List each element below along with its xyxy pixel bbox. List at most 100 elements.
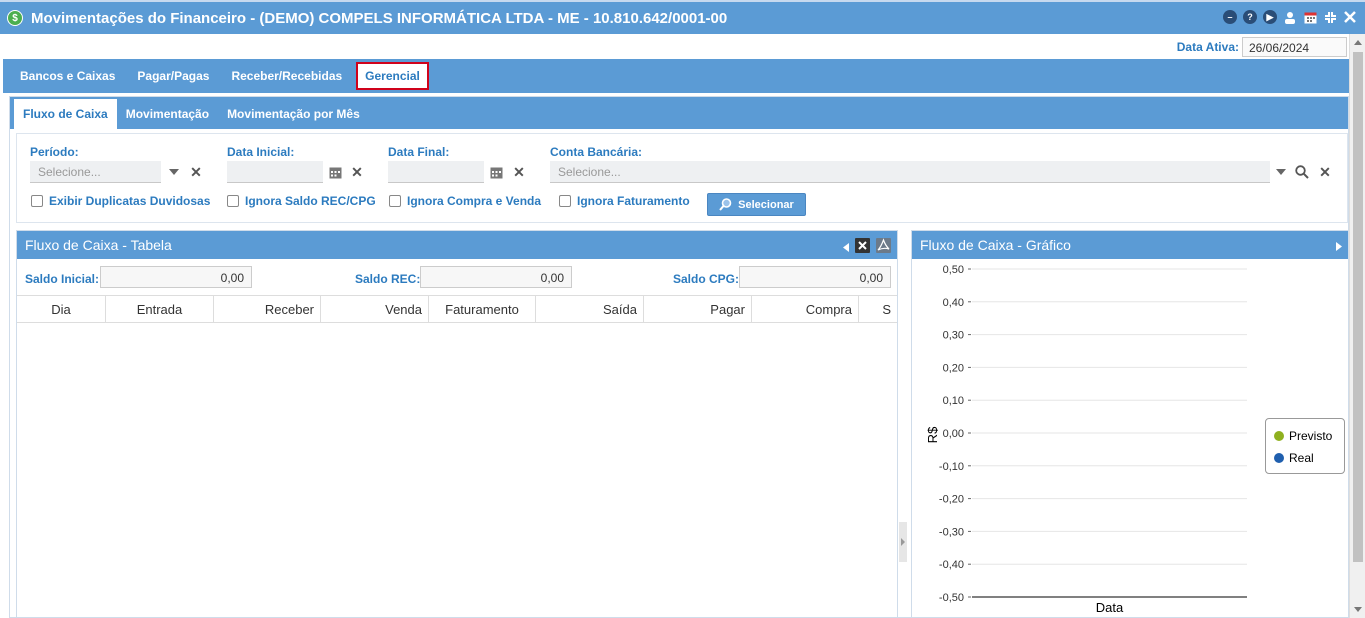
legend-item-previsto[interactable]: Previsto [1274, 425, 1336, 447]
search-icon[interactable] [1294, 164, 1310, 180]
y-tick-label: -0,10 [939, 461, 964, 473]
column-header[interactable]: Dia [17, 296, 106, 322]
clear-periodo-icon[interactable]: ✕ [188, 164, 204, 180]
scroll-down-arrow-icon[interactable] [1354, 607, 1362, 612]
checkbox-box[interactable] [227, 195, 239, 207]
checkbox-box[interactable] [559, 195, 571, 207]
conta-bancaria-select[interactable]: Selecione... [550, 161, 1270, 183]
scrollbar-thumb[interactable] [1353, 52, 1363, 562]
tab-pagar-pagas[interactable]: Pagar/Pagas [126, 63, 220, 89]
y-tick-label: 0,40 [943, 297, 964, 309]
saldo-cpg-input[interactable]: 0,00 [739, 266, 891, 288]
saldo-inicial-input[interactable]: 0,00 [100, 266, 252, 288]
window-titlebar: $ Movimentações do Financeiro - (DEMO) C… [0, 0, 1365, 34]
y-tick-label: -0,20 [939, 494, 964, 506]
checkbox-label: Exibir Duplicatas Duvidosas [49, 194, 211, 208]
table-panel-actions [843, 238, 891, 256]
filter-form: Período: Selecione... ✕ Data Inicial: ✕ … [16, 133, 1348, 223]
table-panel-title: Fluxo de Caixa - Tabela [25, 237, 172, 253]
y-tick-label: 0,50 [943, 264, 964, 276]
main-tabbar: Bancos e Caixas Pagar/Pagas Receber/Rece… [3, 59, 1349, 93]
gerencial-panel: Fluxo de Caixa Movimentação Movimentação… [9, 96, 1349, 618]
column-header[interactable]: Venda [321, 296, 429, 322]
selecionar-label: Selecionar [738, 198, 794, 211]
scroll-up-arrow-icon[interactable] [1354, 40, 1362, 45]
y-tick-label: 0,30 [943, 330, 964, 342]
tab-gerencial[interactable]: Gerencial [356, 62, 429, 90]
y-axis-label: R$ [925, 426, 940, 443]
saldo-rec-input[interactable]: 0,00 [420, 266, 572, 288]
clear-data-inicial-icon[interactable]: ✕ [349, 164, 365, 180]
checkbox-box[interactable] [389, 195, 401, 207]
pdf-export-icon[interactable] [876, 238, 891, 256]
clear-data-final-icon[interactable]: ✕ [511, 164, 527, 180]
column-header[interactable]: S [859, 296, 897, 322]
table-header: Dia Entrada Receber Venda Faturamento Sa… [17, 295, 897, 323]
data-final-input[interactable] [388, 161, 484, 183]
close-icon[interactable] [1343, 10, 1357, 24]
chart-legend: Previsto Real [1265, 418, 1345, 474]
x-axis-label: Data [1096, 600, 1124, 615]
conta-bancaria-label: Conta Bancária: [550, 145, 643, 159]
checkbox-label: Ignora Saldo REC/CPG [245, 194, 376, 208]
collapse-right-icon[interactable] [1336, 238, 1342, 254]
tab-movimentacao-por-mes[interactable]: Movimentação por Mês [218, 99, 369, 129]
column-header[interactable]: Faturamento [429, 296, 536, 322]
chart-panel-actions [1336, 238, 1342, 254]
tab-bancos-e-caixas[interactable]: Bancos e Caixas [9, 63, 126, 89]
legend-label: Real [1289, 451, 1314, 465]
window-title: Movimentações do Financeiro - (DEMO) COM… [31, 9, 728, 27]
column-header[interactable]: Entrada [106, 296, 214, 322]
dollar-logo-icon: $ [7, 10, 23, 26]
checkbox-box[interactable] [31, 195, 43, 207]
active-date-input[interactable]: 26/06/2024 [1242, 37, 1347, 57]
chevron-down-icon[interactable] [1273, 164, 1289, 180]
collapse-left-icon[interactable] [843, 239, 849, 255]
tab-fluxo-de-caixa[interactable]: Fluxo de Caixa [14, 99, 117, 129]
y-tick-label: -0,50 [939, 592, 964, 604]
calendar-icon[interactable] [327, 164, 343, 180]
checkbox-ignora-compra-venda[interactable]: Ignora Compra e Venda [389, 194, 541, 208]
chart-panel-header: Fluxo de Caixa - Gráfico [912, 231, 1348, 259]
vertical-scrollbar[interactable] [1349, 34, 1365, 618]
minimize-circle-icon[interactable]: – [1223, 10, 1237, 24]
play-circle-icon[interactable]: ▶ [1263, 10, 1277, 24]
table-panel-header: Fluxo de Caixa - Tabela [17, 231, 897, 259]
checkbox-ignora-saldo[interactable]: Ignora Saldo REC/CPG [227, 194, 376, 208]
saldo-inicial-label: Saldo Inicial: [25, 272, 100, 286]
selecionar-button[interactable]: Selecionar [707, 193, 806, 216]
calendar-icon[interactable] [488, 164, 504, 180]
chart-panel-title: Fluxo de Caixa - Gráfico [920, 237, 1071, 253]
help-circle-icon[interactable]: ? [1243, 10, 1257, 24]
chevron-down-icon[interactable] [166, 164, 182, 180]
data-inicial-input[interactable] [227, 161, 323, 183]
saldo-rec-label: Saldo REC: [355, 272, 421, 286]
checkbox-label: Ignora Faturamento [577, 194, 690, 208]
excel-export-icon[interactable] [855, 238, 870, 256]
chart-panel: Fluxo de Caixa - Gráfico 0,50 0,40 0,30 0,2… [911, 230, 1349, 618]
column-header[interactable]: Saída [536, 296, 644, 322]
column-header[interactable]: Compra [752, 296, 859, 322]
active-date-row: Data Ativa: 26/06/2024 [0, 34, 1349, 58]
clear-conta-icon[interactable]: ✕ [1317, 164, 1333, 180]
calendar-icon[interactable] [1303, 10, 1317, 24]
saldos-row: Saldo Inicial: 0,00 Saldo REC: 0,00 Sald… [17, 261, 897, 293]
periodo-label: Período: [30, 145, 79, 159]
checkbox-ignora-faturamento[interactable]: Ignora Faturamento [559, 194, 690, 208]
tab-movimentacao[interactable]: Movimentação [117, 99, 218, 129]
column-header[interactable]: Receber [214, 296, 321, 322]
checkbox-duplicatas-duvidosas[interactable]: Exibir Duplicatas Duvidosas [31, 194, 210, 208]
legend-item-real[interactable]: Real [1274, 447, 1336, 469]
panel-splitter[interactable] [899, 522, 907, 562]
column-header[interactable]: Pagar [644, 296, 752, 322]
data-final-label: Data Final: [388, 145, 450, 159]
saldo-cpg-label: Saldo CPG: [673, 272, 740, 286]
table-panel: Fluxo de Caixa - Tabela Saldo Inicial: 0… [16, 230, 898, 618]
tab-receber-recebidas[interactable]: Receber/Recebidas [220, 63, 353, 89]
user-icon[interactable] [1283, 10, 1297, 24]
magnifier-icon [719, 198, 732, 211]
collapse-icon[interactable] [1323, 10, 1337, 24]
active-date-label: Data Ativa: [1176, 40, 1239, 54]
y-tick-label: 0,00 [943, 428, 964, 440]
periodo-select[interactable]: Selecione... [30, 161, 161, 183]
